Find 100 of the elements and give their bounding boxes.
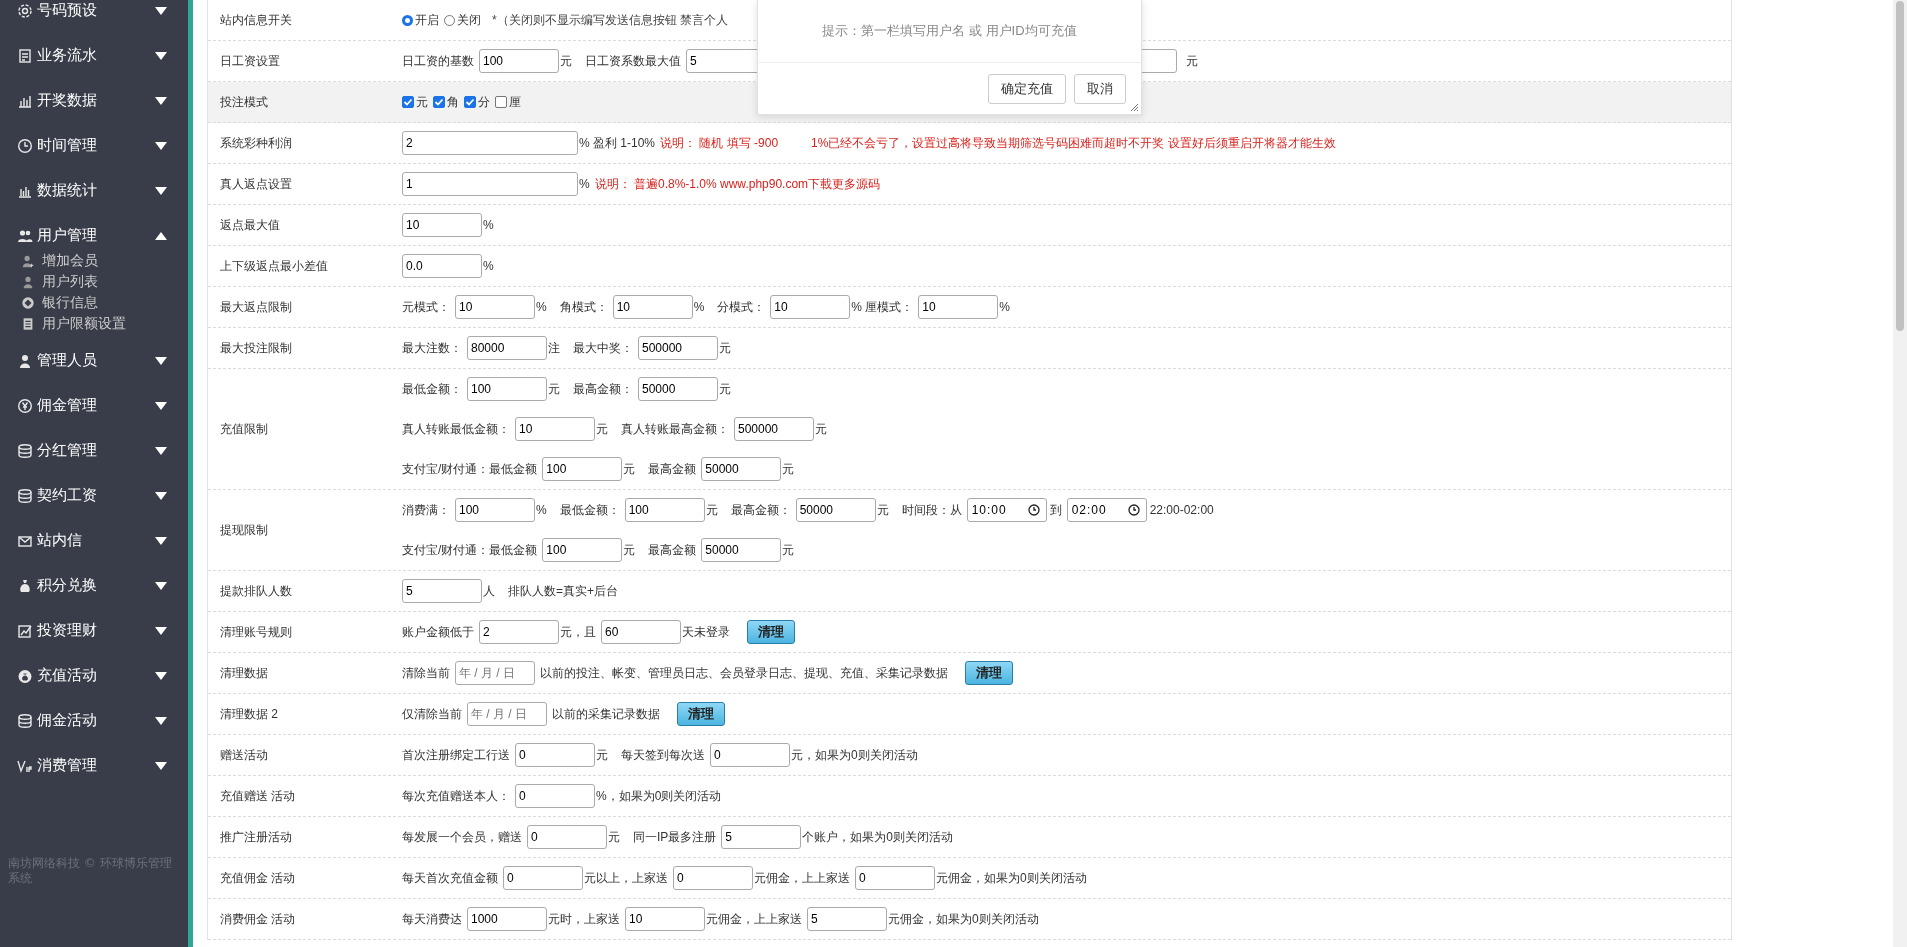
input-field[interactable]: 100 (624, 498, 705, 522)
sidebar-item[interactable]: 数据统计 (37, 181, 155, 200)
form-text: 每次充值赠送本人： (402, 787, 510, 805)
input-field[interactable]: 100 (467, 377, 547, 401)
caret-icon[interactable] (155, 6, 167, 15)
input-field[interactable]: 0 (673, 866, 753, 890)
caret-icon[interactable] (155, 141, 167, 150)
time-field[interactable]: 02:00 (1066, 498, 1147, 522)
sidebar-subitem[interactable]: 用户列表 (42, 272, 98, 291)
dialog-button[interactable]: 取消 (1074, 73, 1126, 104)
sidebar-item[interactable]: 站内信 (37, 531, 155, 550)
sidebar-item[interactable]: 积分兑换 (37, 576, 155, 595)
input-field[interactable]: 5 (402, 579, 482, 603)
caret-icon[interactable] (155, 51, 167, 60)
date-field[interactable]: 年 / 月 / 日 (455, 661, 535, 685)
input-field[interactable]: 2 (479, 620, 559, 644)
scrollbar-thumb[interactable] (1896, 1, 1904, 331)
sidebar-item[interactable]: 消费管理 (37, 756, 155, 775)
input-field[interactable]: 0 (515, 784, 595, 808)
sidebar-item[interactable]: 佣金管理 (37, 396, 155, 415)
input-field[interactable]: 10 (918, 295, 999, 319)
form-text: 元 (719, 339, 731, 357)
money-bag-icon (17, 577, 33, 594)
dialog-button[interactable]: 确定充值 (988, 73, 1066, 104)
input-field[interactable]: 0 (503, 866, 583, 890)
sidebar-item[interactable]: 分红管理 (37, 441, 155, 460)
input-field[interactable]: 60 (601, 620, 681, 644)
input-field[interactable]: 50000 (701, 457, 782, 481)
clean-button[interactable]: 清理 (965, 661, 1013, 685)
sidebar-item[interactable]: 投资理财 (37, 621, 155, 640)
input-field[interactable]: 0 (710, 743, 790, 767)
caret-icon[interactable] (155, 356, 167, 365)
input-field[interactable]: 0.0 (402, 254, 482, 278)
input-field[interactable]: 100 (542, 457, 623, 481)
input-field[interactable]: 2 (402, 131, 578, 155)
input-field[interactable]: 10 (612, 295, 693, 319)
input-field[interactable]: 50000 (795, 498, 876, 522)
caret-icon[interactable] (155, 231, 167, 240)
sidebar-item[interactable]: 管理人员 (37, 351, 155, 370)
input-field[interactable]: 10 (455, 295, 535, 319)
sidebar-item[interactable]: 业务流水 (37, 46, 155, 65)
sidebar-subitem[interactable]: 用户限额设置 (42, 314, 126, 333)
caret-icon[interactable] (155, 536, 167, 545)
sidebar-item[interactable]: 契约工资 (37, 486, 155, 505)
input-field[interactable]: 0 (855, 866, 935, 890)
sidebar-item[interactable]: 佣金活动 (37, 711, 155, 730)
input-field[interactable]: 1000 (467, 907, 547, 931)
input-field[interactable]: 500000 (638, 336, 718, 360)
caret-icon[interactable] (155, 716, 167, 725)
checkbox[interactable] (433, 96, 445, 108)
radio-button[interactable] (402, 14, 413, 26)
form-text: 元佣金，如果为0则关闭活动 (888, 910, 1039, 928)
sidebar-subitem[interactable]: 银行信息 (42, 293, 98, 312)
checkbox[interactable] (464, 96, 476, 108)
input-field[interactable]: 10 (770, 295, 851, 319)
caret-icon[interactable] (155, 581, 167, 590)
caret-icon[interactable] (155, 186, 167, 195)
caret-icon[interactable] (155, 446, 167, 455)
input-field[interactable]: 10 (402, 213, 482, 237)
form-text: 最大注数： (402, 339, 462, 357)
caret-icon[interactable] (155, 671, 167, 680)
sidebar-item[interactable]: 时间管理 (37, 136, 155, 155)
caret-icon[interactable] (155, 626, 167, 635)
input-field[interactable]: 0 (515, 743, 595, 767)
caret-icon[interactable] (155, 491, 167, 500)
form-text: 每发展一个会员，赠送 (402, 828, 522, 846)
date-field[interactable]: 年 / 月 / 日 (467, 702, 547, 726)
resize-handle-icon[interactable] (1129, 102, 1139, 112)
form-text: 元 (623, 541, 636, 559)
sidebar-item[interactable]: 用户管理 (37, 226, 155, 245)
user-icon (17, 352, 33, 369)
sidebar-subitem[interactable]: 增加会员 (42, 251, 98, 270)
input-field[interactable]: 50000 (638, 377, 718, 401)
input-field[interactable]: 100 (455, 498, 535, 522)
clean-button[interactable]: 清理 (747, 620, 795, 644)
sidebar-item[interactable]: 充值活动 (37, 666, 155, 685)
sidebar-item[interactable]: 开奖数据 (37, 91, 155, 110)
clean-button[interactable]: 清理 (677, 702, 725, 726)
input-field[interactable]: 500000 (734, 417, 814, 441)
radio-button[interactable] (444, 14, 455, 26)
input-field[interactable]: 0 (527, 825, 607, 849)
caret-icon[interactable] (155, 401, 167, 410)
input-field[interactable]: 5 (807, 907, 887, 931)
input-field[interactable]: 10 (625, 907, 705, 931)
form-text: 元 (815, 420, 827, 438)
input-field[interactable]: 1 (402, 172, 578, 196)
row-label: 清理数据 (220, 664, 268, 682)
caret-icon[interactable] (155, 96, 167, 105)
time-field[interactable]: 10:00 (966, 498, 1047, 522)
caret-icon[interactable] (155, 761, 167, 770)
checkbox[interactable] (402, 96, 414, 108)
input-field[interactable]: 100 (542, 538, 623, 562)
input-field[interactable]: 50000 (701, 538, 782, 562)
input-field[interactable]: 100 (479, 49, 559, 73)
checkbox[interactable] (495, 96, 507, 108)
input-field[interactable]: 10 (515, 417, 595, 441)
input-field[interactable]: 5 (721, 825, 802, 849)
note-text: 说明： 随机 填写 -900 (660, 134, 779, 152)
input-field[interactable]: 80000 (467, 336, 547, 360)
sidebar-item[interactable]: 号码预设 (37, 1, 155, 20)
